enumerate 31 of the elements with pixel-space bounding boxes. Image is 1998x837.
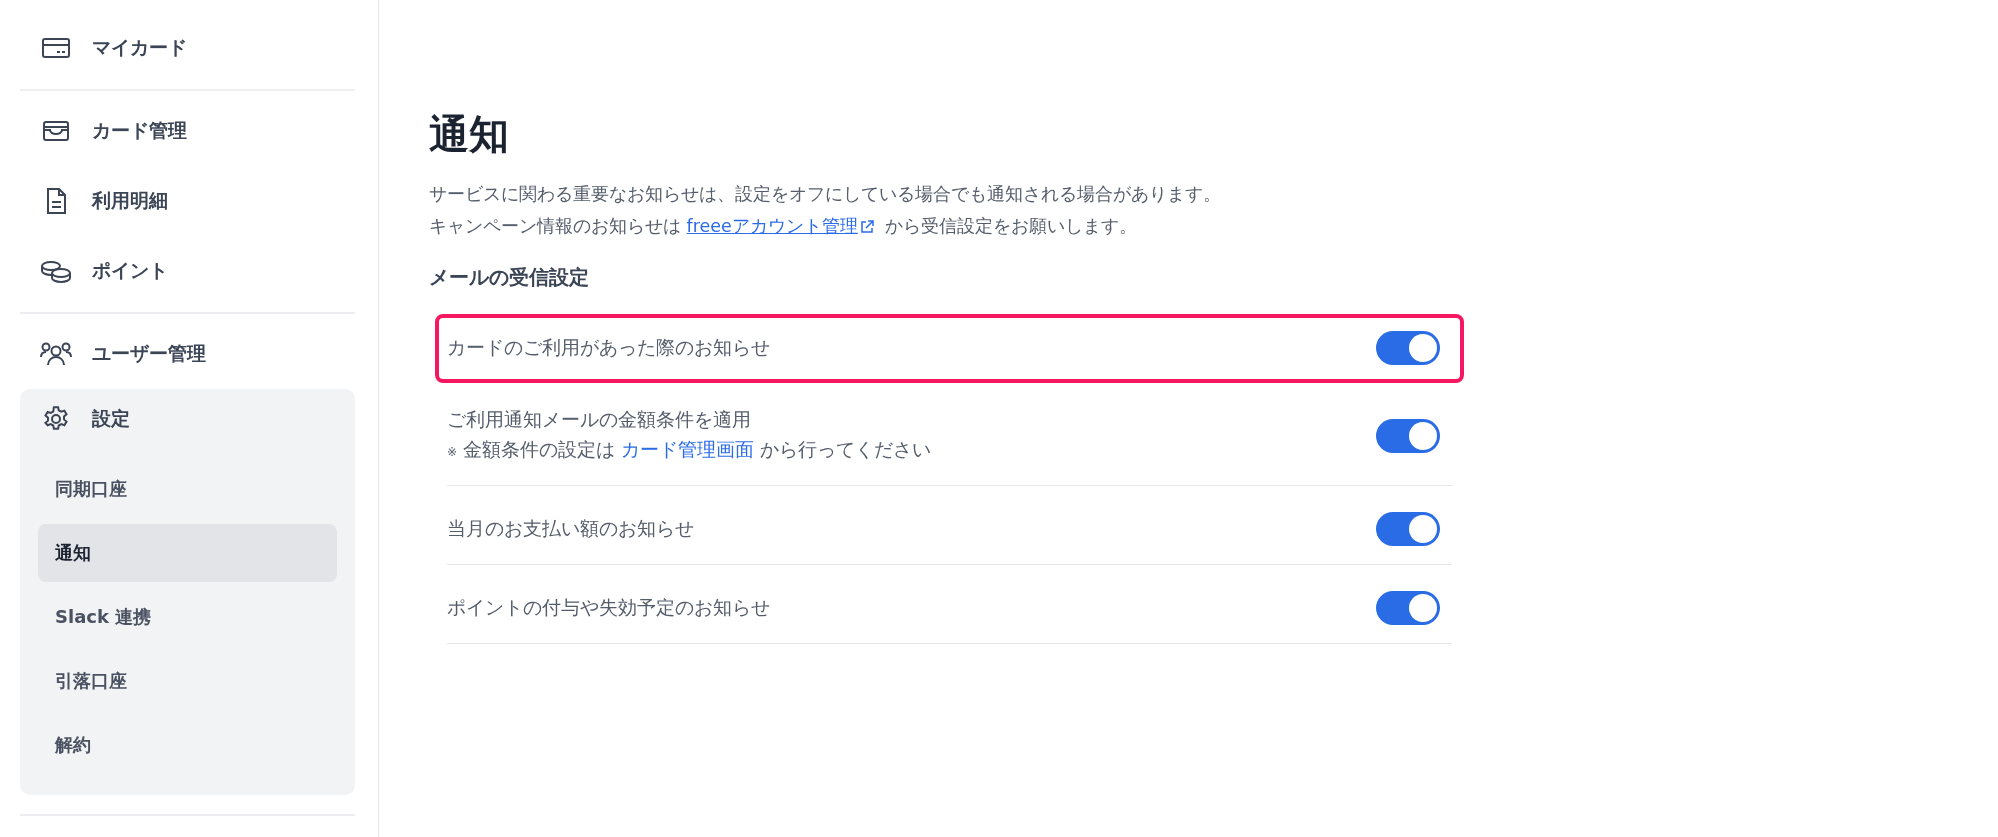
submenu-item[interactable]: 引落口座: [38, 652, 337, 710]
setting-label: ポイントの付与や失効予定のお知らせ: [447, 596, 770, 620]
setting-label: ご利用通知メールの金額条件を適用: [447, 408, 752, 432]
submenu-item[interactable]: 同期口座: [38, 460, 337, 518]
setting-label: カードのご利用があった際のお知らせ: [447, 336, 770, 360]
submenu-item[interactable]: 通知: [38, 524, 337, 582]
setting-note: ※ 金額条件の設定は カード管理画面 から行ってください: [447, 438, 931, 462]
sidebar-item[interactable]: ユーザー管理: [20, 319, 355, 389]
card-management-link[interactable]: カード管理画面: [620, 439, 754, 460]
sidebar-item[interactable]: 設定: [38, 389, 337, 449]
account-link[interactable]: freeeアカウント管理: [686, 216, 858, 236]
toggle-switch[interactable]: [1376, 591, 1440, 625]
users-icon: [40, 341, 72, 367]
section-title: メールの受信設定: [429, 264, 589, 291]
sidebar-item[interactable]: 利用明細: [20, 166, 355, 236]
sidebar-item[interactable]: カード管理: [20, 96, 355, 166]
setting-label: 当月のお支払い額のお知らせ: [447, 517, 694, 541]
external-link-icon: [859, 220, 874, 234]
notice-text: サービスに関わる重要なお知らせは、設定をオフにしている場合でも通知される場合があります。: [429, 183, 1221, 206]
toggle-switch[interactable]: [1376, 512, 1440, 546]
submenu-item[interactable]: 解約: [38, 716, 337, 774]
page-title: 通知: [429, 110, 509, 159]
toggle-switch[interactable]: [1376, 331, 1440, 365]
toggle-switch[interactable]: [1376, 419, 1440, 453]
sidebar-item[interactable]: マイカード: [20, 13, 355, 83]
card-icon: [41, 36, 71, 60]
wallet-icon: [41, 119, 71, 143]
notice-text: キャンペーン情報のお知らせは freeeアカウント管理 から受信設定をお願いします。: [429, 215, 1138, 238]
coins-icon: [40, 259, 72, 283]
submenu-item[interactable]: Slack 連携: [38, 588, 337, 646]
sidebar-item[interactable]: ポイント: [20, 236, 355, 306]
